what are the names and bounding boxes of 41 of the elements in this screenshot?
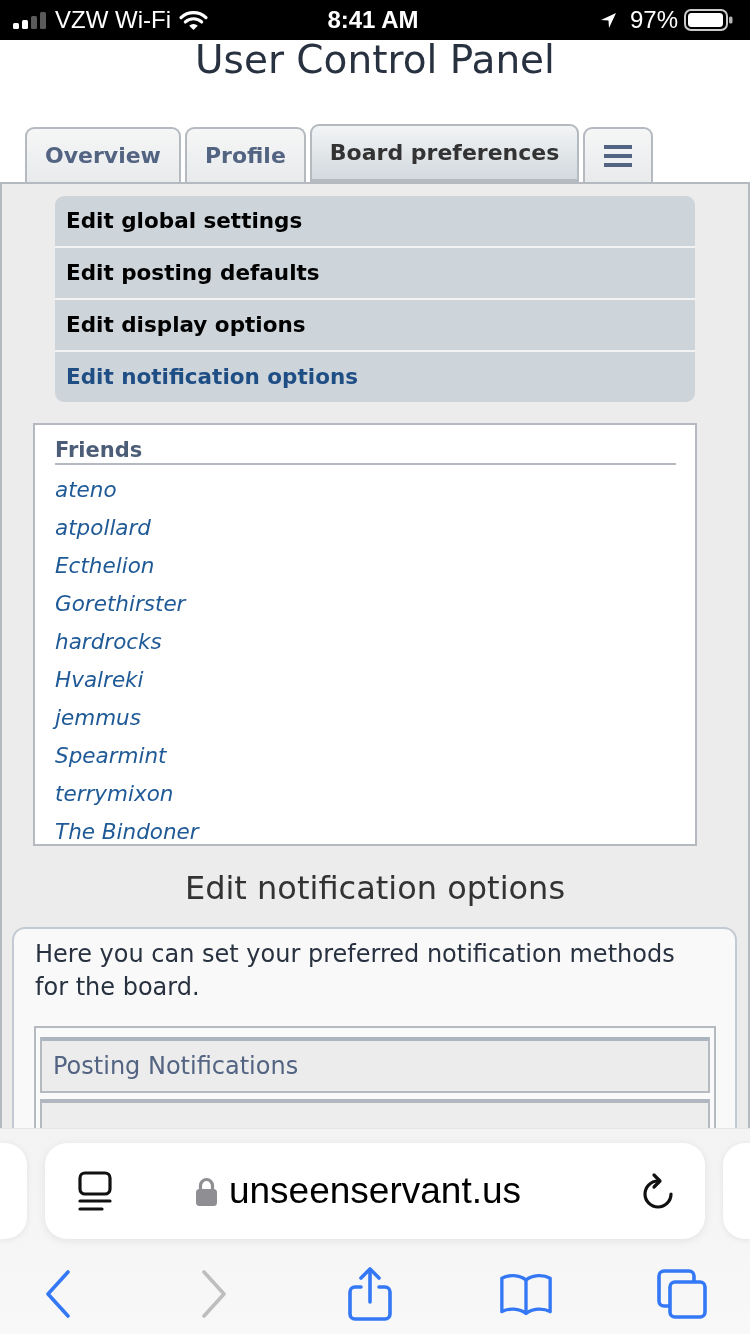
- signal-icon: [13, 11, 47, 29]
- submenu-item[interactable]: Edit posting defaults: [55, 246, 695, 298]
- page-layout-icon[interactable]: [77, 1171, 113, 1211]
- description-text: Here you can set your preferred notification methods for the board.: [35, 939, 676, 1003]
- reload-icon[interactable]: [640, 1172, 676, 1210]
- battery-icon: [684, 9, 733, 31]
- battery-percent: 97%: [629, 6, 678, 34]
- overlapping-squares-icon: [656, 1268, 708, 1320]
- submenu-item[interactable]: Edit global settings: [55, 196, 695, 246]
- carrier-label: VZW Wi-Fi: [55, 6, 171, 34]
- friends-heading: Friends: [55, 438, 676, 465]
- tabs-button[interactable]: [656, 1268, 708, 1320]
- friend-link[interactable]: Hvalreki: [55, 668, 144, 692]
- chevron-left-icon: [45, 1270, 71, 1318]
- friend-link[interactable]: terrymixon: [55, 782, 174, 806]
- wifi-icon: [178, 9, 208, 31]
- page-title: User Control Panel: [194, 40, 556, 80]
- friend-link[interactable]: Ecthelion: [55, 554, 155, 578]
- friend-link[interactable]: ateno: [55, 478, 117, 502]
- submenu-item[interactable]: Edit display options: [55, 298, 695, 350]
- tab[interactable]: Board preferences: [309, 124, 580, 182]
- tab[interactable]: Overview: [25, 127, 181, 182]
- address-bar[interactable]: unseenservant.us: [45, 1143, 705, 1239]
- lock-icon: [195, 1176, 217, 1206]
- table-section-header: Posting Notifications: [40, 1037, 710, 1093]
- submenu-item[interactable]: Edit notification options: [55, 350, 695, 402]
- tab[interactable]: Profile: [184, 127, 306, 182]
- open-book-icon: [500, 1271, 552, 1317]
- friend-link[interactable]: hardrocks: [55, 630, 162, 654]
- clock-time: 8:41 AM: [327, 6, 419, 34]
- share-icon: [347, 1267, 393, 1321]
- url-text: unseenservant.us: [228, 1170, 522, 1212]
- menu-icon[interactable]: [604, 144, 633, 167]
- chevron-right-icon: [201, 1270, 227, 1318]
- friend-link[interactable]: The Bindoner: [55, 820, 199, 844]
- friend-link[interactable]: Spearmint: [55, 744, 167, 768]
- friend-link[interactable]: Gorethirster: [55, 592, 186, 616]
- friend-link[interactable]: atpollard: [55, 516, 151, 540]
- section-heading: Edit notification options: [183, 870, 567, 906]
- menu-tab[interactable]: [583, 127, 654, 182]
- location-arrow-icon: [599, 11, 617, 29]
